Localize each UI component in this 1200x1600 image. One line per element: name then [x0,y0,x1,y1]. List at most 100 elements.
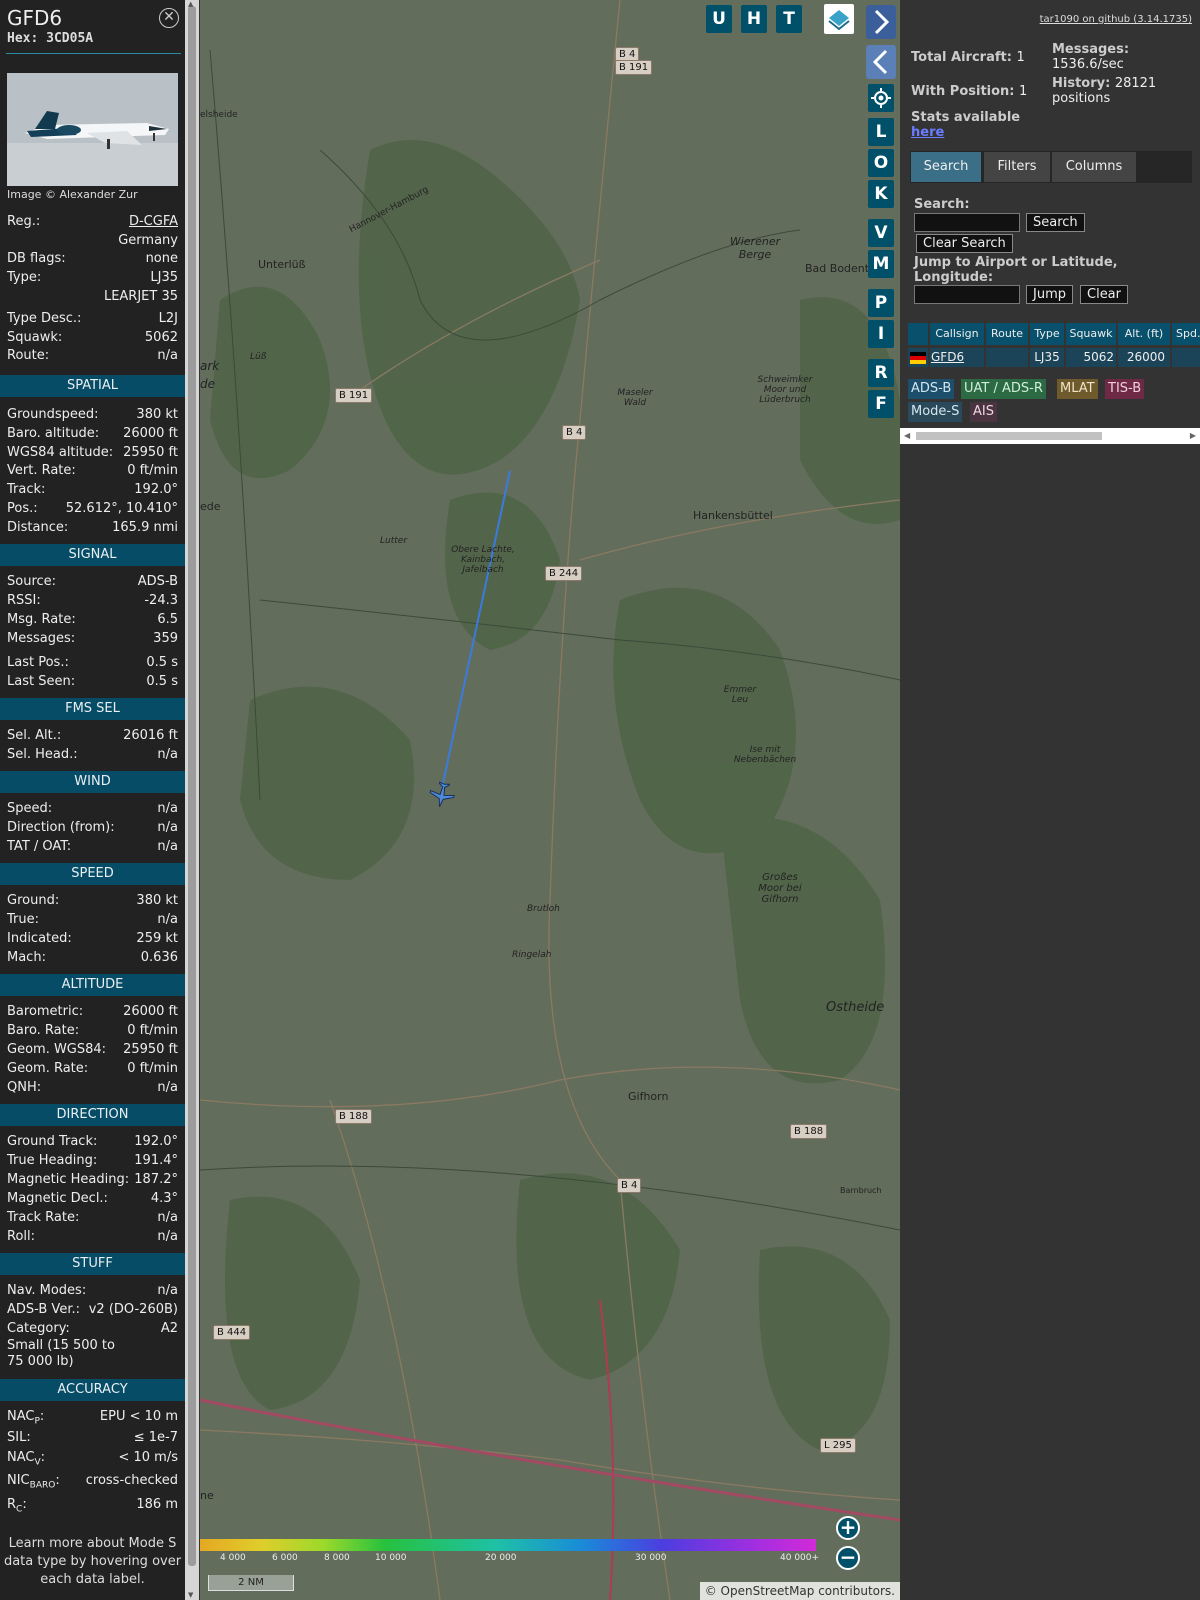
column-header-type[interactable]: Type [1030,323,1064,345]
footer-note-line: data type by hovering over [3,1554,182,1569]
value: n/a [157,1210,178,1225]
detail-row: Ground Track: 192.0° [7,1132,178,1151]
settings-gear-icon[interactable] [868,84,894,112]
panel-tabs: Search Filters Columns [910,151,1192,183]
tab-columns[interactable]: Columns [1052,152,1136,182]
toggle-m-button[interactable]: M [868,250,894,278]
search-button[interactable]: Search [1026,213,1085,232]
footer-note-line: Learn more about Mode S [8,1536,177,1551]
road-shield: B 4 [562,425,587,440]
label: Msg. Rate: [7,612,76,627]
value: 380 kt [136,893,178,908]
column-header-squawk[interactable]: Squawk [1066,323,1116,345]
detail-row: Source: ADS-B [7,572,178,591]
stats-link[interactable]: here [911,125,944,140]
label: Squawk: [7,330,63,345]
collapse-sidebar-icon[interactable] [866,45,896,79]
scale-tick-label: 10 000 [375,1553,407,1563]
value: 1 [1016,50,1025,65]
toggle-t-button[interactable]: T [776,5,802,33]
value-unit: positions [1052,91,1111,106]
scroll-right-icon[interactable]: ▶ [1190,431,1196,440]
road-shield: B 244 [545,566,583,581]
detail-row-sil: SIL: ≤ 1e-7 [7,1428,178,1447]
column-header-callsign[interactable]: Callsign [930,323,984,345]
clear-search-button[interactable]: Clear Search [916,234,1013,253]
tab-search[interactable]: Search [911,152,981,182]
toggle-o-button[interactable]: O [868,149,894,177]
label-line: Jump to Airport or Latitude, [914,255,1118,270]
road-shield: L 295 [820,1438,856,1453]
jump-input[interactable] [914,285,1020,304]
tab-filters[interactable]: Filters [984,152,1050,182]
value: 165.9 nmi [112,520,178,535]
column-header-altitude[interactable]: Alt. (ft) [1118,323,1170,345]
map-place-label: Bad Bodente [805,262,876,275]
detail-row: Last Pos.: 0.5 s [7,653,178,672]
column-header-route[interactable]: Route [986,323,1028,345]
toggle-l-button[interactable]: L [868,118,894,146]
section-header-stuff: STUFF [0,1253,185,1275]
toggle-r-button[interactable]: R [868,359,894,387]
toggle-k-button[interactable]: K [868,180,894,208]
value: n/a [157,1080,178,1095]
label: Stats available [911,110,1021,125]
scrollbar-thumb[interactable] [916,432,1102,440]
aircraft-photo[interactable] [7,73,178,186]
value: n/a [157,820,178,835]
toggle-p-button[interactable]: P [868,289,894,317]
map-place-label: Lutter [380,536,408,546]
value: EPU < 10 m [99,1409,178,1424]
toggle-f-button[interactable]: F [868,390,894,418]
info-row-squawk: Squawk: 5062 [7,328,178,347]
sidebar-scrollbar[interactable]: ▲ ▼ [185,0,199,1600]
toggle-v-button[interactable]: V [868,219,894,247]
search-input[interactable] [914,213,1020,232]
detail-row: Geom. WGS84: 25950 ft [7,1040,178,1059]
layers-icon[interactable] [824,4,854,34]
jump-button[interactable]: Jump [1026,285,1073,304]
scroll-left-icon[interactable]: ◀ [904,431,910,440]
value: 26000 ft [123,1004,178,1019]
altitude-color-scale [200,1539,816,1551]
aircraft-callsign: GFD6 [7,6,63,30]
detail-row: Ground: 380 kt [7,891,178,910]
value: 6.5 [157,612,178,627]
detail-row: Baro. Rate: 0 ft/min [7,1021,178,1040]
github-link[interactable]: tar1090 on github (3.14.1735) [1040,14,1192,25]
label: TAT / OAT: [7,839,72,854]
detail-row: Direction (from): n/a [7,818,178,837]
label: Magnetic Heading: [7,1172,130,1187]
toggle-i-button[interactable]: I [868,320,894,348]
value: ≤ 1e-7 [133,1430,178,1445]
value: n/a [157,348,178,363]
divider [6,53,181,54]
scrollbar-thumb[interactable] [188,6,196,1566]
close-icon[interactable]: ✕ [159,8,179,28]
zoom-in-icon[interactable]: + [836,1516,860,1540]
label: True Heading: [7,1153,98,1168]
column-header-flag[interactable] [908,323,928,345]
row-callsign-link[interactable]: GFD6 [930,348,984,367]
detail-row: WGS84 altitude: 25950 ft [7,443,178,462]
toggle-h-button[interactable]: H [741,5,767,33]
value: 4.3° [150,1191,178,1206]
scroll-up-icon[interactable]: ▲ [188,0,193,8]
map-attribution[interactable]: © OpenStreetMap contributors. [699,1582,900,1600]
category-desc-line: 75 000 lb) [7,1354,178,1370]
scroll-down-icon[interactable]: ▼ [188,1591,193,1599]
info-row-reg: Reg.: D-CGFA [7,212,178,231]
table-horizontal-scrollbar[interactable]: ◀ ▶ [900,428,1200,444]
clear-jump-button[interactable]: Clear [1080,285,1128,304]
zoom-out-icon[interactable]: − [836,1546,860,1570]
registration-link[interactable]: D-CGFA [129,212,178,231]
value: 0 ft/min [127,1023,178,1038]
expand-sidebar-icon[interactable] [866,5,896,39]
road-shield: B 4 [617,1178,642,1193]
label: Distance: [7,520,69,535]
footer-note: Learn more about Mode S data type by hov… [0,1535,185,1589]
toggle-u-button[interactable]: U [706,5,732,33]
detail-row: Baro. altitude: 26000 ft [7,424,178,443]
column-header-speed[interactable]: Spd. [1172,323,1200,345]
map[interactable]: Unterlüß Wierener Berge Bad Bodente Mase… [200,0,900,1600]
